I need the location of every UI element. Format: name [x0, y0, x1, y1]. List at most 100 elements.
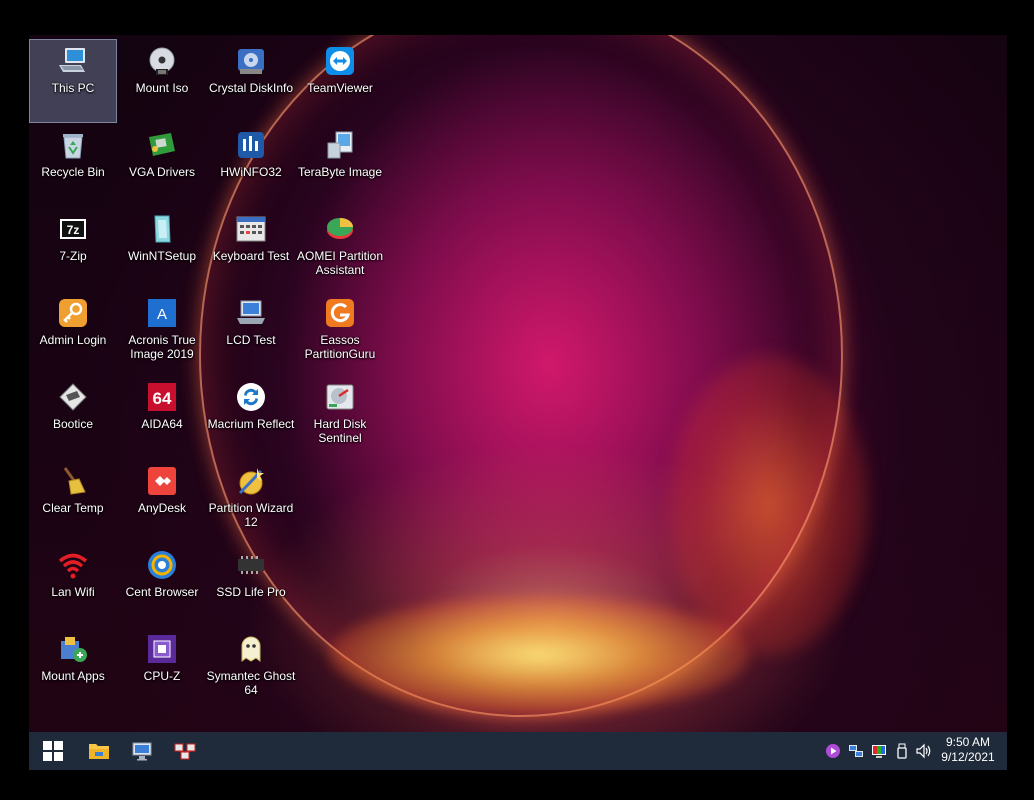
icon-label: AIDA64 — [141, 417, 183, 431]
desktop-icon-cpu-z[interactable]: CPU-Z — [119, 628, 205, 710]
tray-usb[interactable] — [894, 743, 910, 759]
recycle-bin-icon — [63, 134, 83, 159]
teamviewer-icon — [326, 47, 354, 75]
macrium-icon — [237, 383, 265, 411]
icon-label: CPU-Z — [143, 669, 181, 683]
icon-label: Bootice — [52, 417, 94, 431]
desktop-icon-lcd-test[interactable]: LCD Test — [208, 292, 294, 374]
icon-label: AOMEI Partition Assistant — [296, 249, 384, 277]
desktop-icon-lan-wifi[interactable]: Lan Wifi — [30, 544, 116, 626]
laptop-icon — [237, 300, 265, 324]
icon-label: Admin Login — [39, 333, 107, 347]
desktop-icon-terabyte-image[interactable]: TeraByte Image — [297, 124, 383, 206]
tray-display[interactable] — [871, 743, 887, 759]
icon-label: Lan Wifi — [51, 585, 95, 599]
wallpaper-glow — [329, 595, 749, 715]
icon-label: TeraByte Image — [297, 165, 383, 179]
icon-label: Mount Iso — [135, 81, 189, 95]
desktop-icon-keyboard-test[interactable]: Keyboard Test — [208, 208, 294, 290]
file-explorer-button[interactable] — [83, 735, 115, 767]
desktop-icon-aomei-partition-assistant[interactable]: AOMEI Partition Assistant — [297, 208, 383, 290]
disc-icon — [149, 47, 175, 75]
terabyte-image-icon — [327, 131, 353, 159]
volume-icon — [916, 743, 931, 759]
tray-media[interactable] — [825, 743, 841, 759]
desktop-icon-aida64[interactable]: 64 AIDA64 — [119, 376, 205, 458]
icon-label: This PC — [51, 81, 95, 95]
bootice-icon — [59, 383, 87, 411]
desktop-icon-clear-temp[interactable]: Clear Temp — [30, 460, 116, 542]
icon-label: Cent Browser — [125, 585, 199, 599]
aomei-icon — [327, 218, 353, 239]
desktop-icon-bootice[interactable]: Bootice — [30, 376, 116, 458]
icon-label: VGA Drivers — [128, 165, 195, 179]
aida64-icon: 64 — [148, 383, 176, 411]
tray-volume[interactable] — [916, 743, 932, 759]
icon-label: Clear Temp — [42, 501, 104, 515]
network-tool-icon — [174, 743, 196, 760]
desktop-icon-eassos-partitionguru[interactable]: Eassos PartitionGuru — [297, 292, 383, 374]
desktop-icon-admin-login[interactable]: Admin Login — [30, 292, 116, 374]
start-button[interactable] — [37, 735, 69, 767]
network-icon — [849, 745, 863, 757]
desktop-icon-macrium-reflect[interactable]: Macrium Reflect — [208, 376, 294, 458]
tray-network[interactable] — [848, 743, 864, 759]
icon-label: SSD Life Pro — [216, 585, 286, 599]
wizard-icon — [238, 468, 264, 495]
acronis-icon-text: A — [157, 306, 167, 323]
network-tool-button[interactable] — [169, 735, 201, 767]
7zip-icon: 7z — [60, 219, 86, 239]
icon-label: Mount Apps — [41, 669, 105, 683]
monitor-network-icon — [132, 742, 152, 761]
icon-label: HWiNFO32 — [220, 165, 282, 179]
acronis-icon: A — [148, 299, 176, 327]
desktop-icon-partition-wizard-12[interactable]: Partition Wizard 12 — [208, 460, 294, 542]
winntsetup-icon — [154, 215, 171, 243]
icon-label: LCD Test — [226, 333, 276, 347]
anydesk-icon — [148, 467, 176, 495]
desktop-icon-symantec-ghost-64[interactable]: Symantec Ghost 64 — [207, 628, 295, 710]
eassos-icon — [326, 299, 354, 327]
desktop-icon-teamviewer[interactable]: TeamViewer — [297, 40, 383, 122]
desktop-icon-hwinfo32[interactable]: HWiNFO32 — [208, 124, 294, 206]
icon-label: TeamViewer — [307, 81, 373, 95]
icon-label: Recycle Bin — [41, 165, 105, 179]
media-play-icon — [826, 744, 840, 758]
desktop-icon-winntsetup[interactable]: WinNTSetup — [119, 208, 205, 290]
desktop-screen: This PC Recycle Bin 7z 7-Zip Admin Login… — [29, 35, 1007, 770]
desktop-icon-recycle-bin[interactable]: Recycle Bin — [30, 124, 116, 206]
icon-label: Crystal DiskInfo — [208, 81, 294, 95]
graphics-card-icon — [149, 133, 175, 156]
hwinfo-icon — [238, 132, 264, 158]
desktop-icon-mount-iso[interactable]: Mount Iso — [119, 40, 205, 122]
desktop-icon-vga-drivers[interactable]: VGA Drivers — [119, 124, 205, 206]
taskbar-clock[interactable]: 9:50 AM 9/12/2021 — [933, 735, 1003, 765]
clock-time: 9:50 AM — [945, 735, 991, 749]
desktop-icon-anydesk[interactable]: AnyDesk — [119, 460, 205, 542]
aida64-icon-text: 64 — [153, 389, 172, 408]
desktop-icon-ssd-life-pro[interactable]: SSD Life Pro — [208, 544, 294, 626]
apps-package-icon — [61, 637, 87, 662]
desktop-icon-hard-disk-sentinel[interactable]: Hard Disk Sentinel — [297, 376, 383, 458]
ghost-icon — [241, 636, 261, 662]
cpu-icon — [148, 635, 176, 663]
desktop-icon-7-zip[interactable]: 7z 7-Zip — [30, 208, 116, 290]
desktop-icon-mount-apps[interactable]: Mount Apps — [30, 628, 116, 710]
desktop-icon-this-pc[interactable]: This PC — [29, 39, 117, 123]
remote-desktop-button[interactable] — [126, 735, 158, 767]
clock-date: 9/12/2021 — [941, 750, 995, 764]
hard-disk-icon — [326, 384, 354, 410]
icon-label: 7-Zip — [59, 249, 87, 263]
folder-icon — [89, 744, 109, 759]
icon-label: Macrium Reflect — [207, 417, 295, 431]
computer-icon — [59, 48, 85, 72]
7zip-icon-text: 7z — [67, 223, 80, 237]
desktop-icon-acronis-true-image-2019[interactable]: A Acronis True Image 2019 — [119, 292, 205, 374]
keyboard-icon — [236, 216, 266, 242]
desktop-icon-cent-browser[interactable]: Cent Browser — [119, 544, 205, 626]
taskbar: 9:50 AM 9/12/2021 — [29, 732, 1007, 770]
icon-label: Keyboard Test — [212, 249, 290, 263]
icon-label: WinNTSetup — [127, 249, 197, 263]
display-color-icon — [872, 745, 886, 758]
desktop-icon-crystal-diskinfo[interactable]: Crystal DiskInfo — [208, 40, 294, 122]
